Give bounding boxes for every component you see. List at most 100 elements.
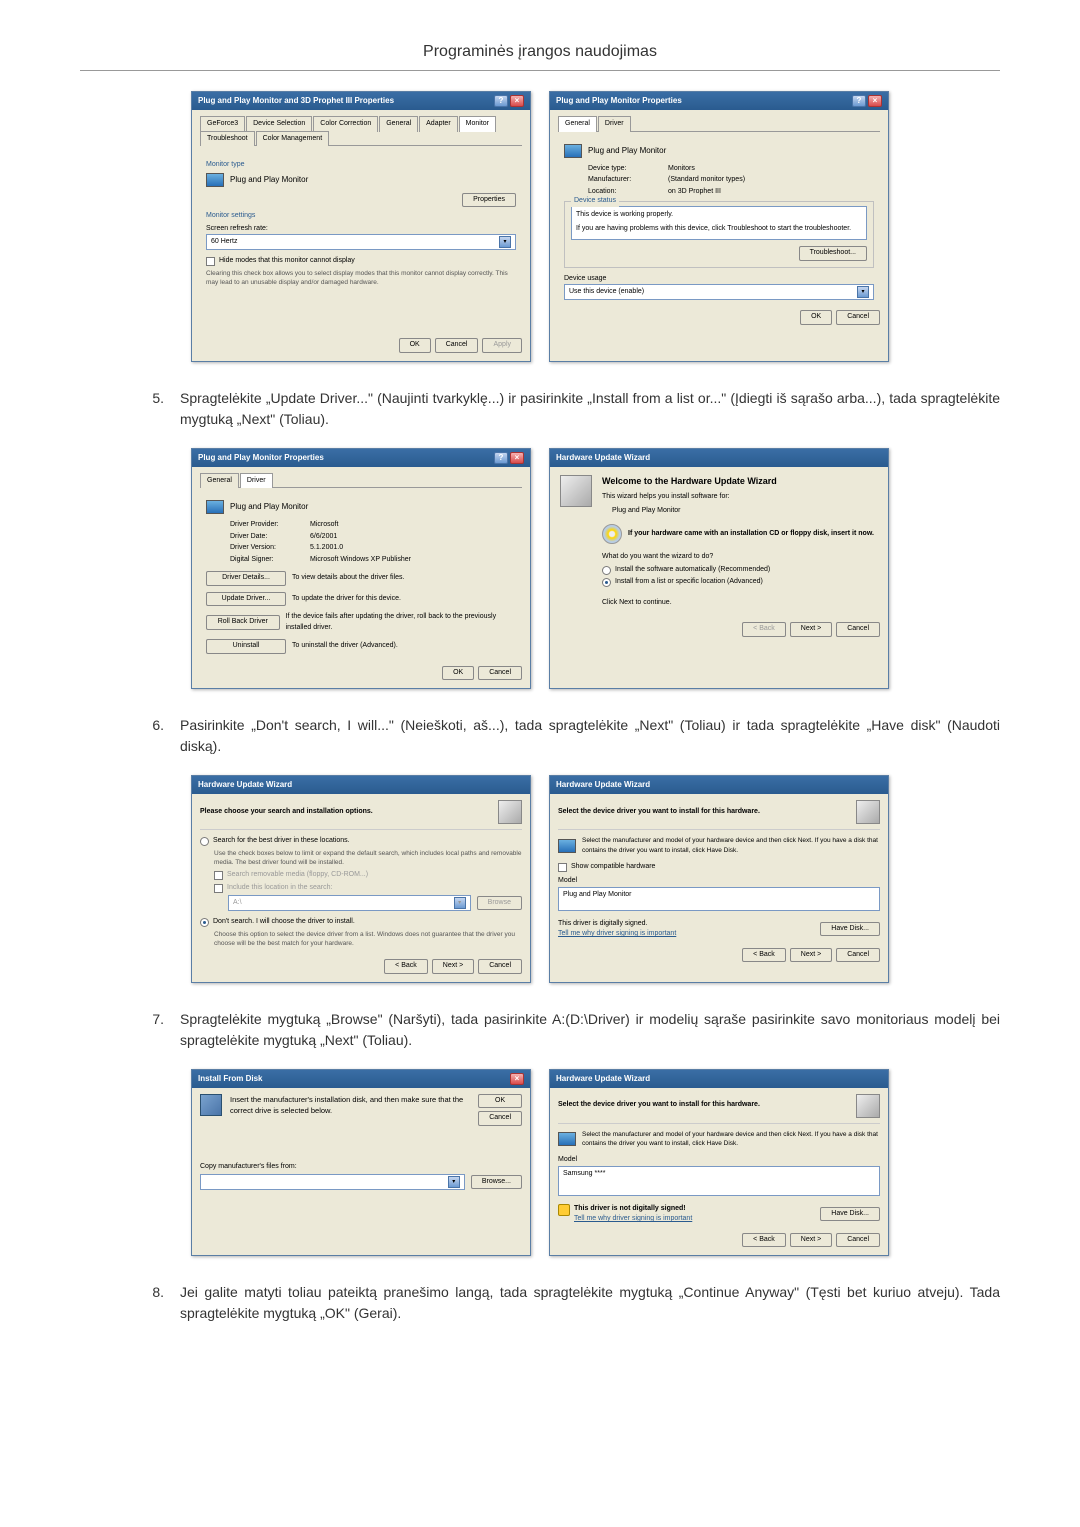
have-disk-button[interactable]: Have Disk... [820,922,880,937]
tab-driver[interactable]: Driver [240,473,273,489]
signing-link[interactable]: Tell me why driver signing is important [574,1214,692,1225]
back-button[interactable]: < Back [742,1233,786,1248]
monitor-icon [564,144,582,158]
tab-monitor[interactable]: Monitor [459,116,496,132]
manufacturer-value: (Standard monitor types) [668,175,745,186]
monitor-type-label: Monitor type [206,160,516,171]
ok-button[interactable]: OK [399,338,431,353]
uninstall-button[interactable]: Uninstall [206,639,286,654]
update-driver-button[interactable]: Update Driver... [206,592,286,607]
roll-back-driver-button[interactable]: Roll Back Driver [206,615,280,630]
ok-button[interactable]: OK [478,1094,522,1109]
hardware-update-wizard-select-dialog: Hardware Update Wizard Select the device… [549,775,889,983]
apply-button[interactable]: Apply [482,338,522,353]
tab-device-selection[interactable]: Device Selection [246,116,312,132]
wizard-device-name: Plug and Play Monitor [612,506,878,517]
search-best-label: Search for the best driver in these loca… [213,836,350,847]
tab-general[interactable]: General [200,473,239,489]
refresh-rate-select[interactable]: 60 Hertz ▾ [206,234,516,250]
driver-version-label: Driver Version: [230,543,310,554]
cancel-button[interactable]: Cancel [836,948,880,963]
browse-button[interactable]: Browse... [471,1175,522,1190]
step-text: Pasirinkite „Don't search, I will..." (N… [180,715,1000,757]
back-button[interactable]: < Back [742,622,786,637]
tab-color-management[interactable]: Color Management [256,131,330,147]
copy-from-select[interactable]: ▾ [200,1174,465,1190]
driver-details-button[interactable]: Driver Details... [206,571,286,586]
install-list-radio[interactable] [602,578,611,587]
cancel-button[interactable]: Cancel [478,666,522,681]
model-listbox[interactable]: Samsung **** [558,1166,880,1196]
help-button[interactable]: ? [494,95,508,107]
next-button[interactable]: Next > [432,959,474,974]
cancel-button[interactable]: Cancel [836,310,880,325]
model-listbox[interactable]: Plug and Play Monitor [558,887,880,911]
tab-general[interactable]: General [558,116,597,132]
driver-provider-label: Driver Provider: [230,520,310,531]
tab-general[interactable]: General [379,116,418,132]
help-button[interactable]: ? [494,452,508,464]
ok-button[interactable]: OK [800,310,832,325]
tabs: General Driver [558,116,880,132]
have-disk-button[interactable]: Have Disk... [820,1207,880,1222]
tab-adapter[interactable]: Adapter [419,116,458,132]
device-usage-value: Use this device (enable) [569,287,644,298]
digital-signer-value: Microsoft Windows XP Publisher [310,555,411,566]
hide-modes-label: Hide modes that this monitor cannot disp… [219,256,355,267]
next-button[interactable]: Next > [790,622,832,637]
properties-button[interactable]: Properties [462,193,516,208]
monitor-properties-driver-dialog: Plug and Play Monitor Properties ? × Gen… [191,448,531,690]
warning-icon [558,1204,570,1216]
cancel-button[interactable]: Cancel [478,959,522,974]
search-best-radio[interactable] [200,837,209,846]
cancel-button[interactable]: Cancel [478,1111,522,1126]
signing-link[interactable]: Tell me why driver signing is important [558,929,676,940]
tab-geforce3[interactable]: GeForce3 [200,116,245,132]
select-desc: Select the manufacturer and model of you… [582,836,880,856]
back-button[interactable]: < Back [742,948,786,963]
dont-search-radio[interactable] [200,918,209,927]
driver-date-value: 6/6/2001 [310,532,337,543]
cancel-button[interactable]: Cancel [836,1233,880,1248]
install-auto-radio[interactable] [602,566,611,575]
page-title: Programinės įrangos naudojimas [80,40,1000,71]
close-button[interactable]: × [510,452,524,464]
manufacturer-label: Manufacturer: [588,175,668,186]
tab-driver[interactable]: Driver [598,116,631,132]
tab-troubleshoot[interactable]: Troubleshoot [200,131,255,147]
device-status-label: Device status [571,196,619,207]
close-button[interactable]: × [510,95,524,107]
cancel-button[interactable]: Cancel [836,622,880,637]
close-button[interactable]: × [510,1073,524,1085]
close-button[interactable]: × [868,95,882,107]
search-removable-checkbox[interactable] [214,871,223,880]
show-compatible-checkbox[interactable] [558,863,567,872]
device-usage-select[interactable]: Use this device (enable) ▾ [564,284,874,300]
path-select[interactable]: A:\▾ [228,895,471,911]
screenshot-pair-3: Hardware Update Wizard Please choose you… [80,775,1000,983]
include-location-checkbox[interactable] [214,884,223,893]
next-button[interactable]: Next > [790,948,832,963]
window-controls: × [510,1073,524,1085]
wizard-welcome-title: Welcome to the Hardware Update Wizard [602,475,878,489]
tab-color-correction[interactable]: Color Correction [313,116,378,132]
hide-modes-checkbox[interactable] [206,257,215,266]
device-type-label: Device type: [588,164,668,175]
ok-button[interactable]: OK [442,666,474,681]
cancel-button[interactable]: Cancel [435,338,479,353]
cd-icon [602,524,622,544]
back-button[interactable]: < Back [384,959,428,974]
step-number: 5. [140,388,180,430]
wizard-heading: Please choose your search and installati… [200,807,373,818]
browse-button[interactable]: Browse [477,896,522,911]
troubleshoot-button[interactable]: Troubleshoot... [799,246,867,261]
dialog-title: Plug and Play Monitor Properties [556,95,682,107]
help-button[interactable]: ? [852,95,866,107]
dialog-titlebar: Install From Disk × [192,1070,530,1088]
chevron-down-icon: ▾ [448,1176,460,1188]
dialog-titlebar: Plug and Play Monitor Properties ? × [192,449,530,467]
next-button[interactable]: Next > [790,1233,832,1248]
monitor-name: Plug and Play Monitor [230,174,308,186]
step-number: 7. [140,1009,180,1051]
step-7: 7. Spragtelėkite mygtuką „Browse" (Naršy… [140,1009,1000,1051]
